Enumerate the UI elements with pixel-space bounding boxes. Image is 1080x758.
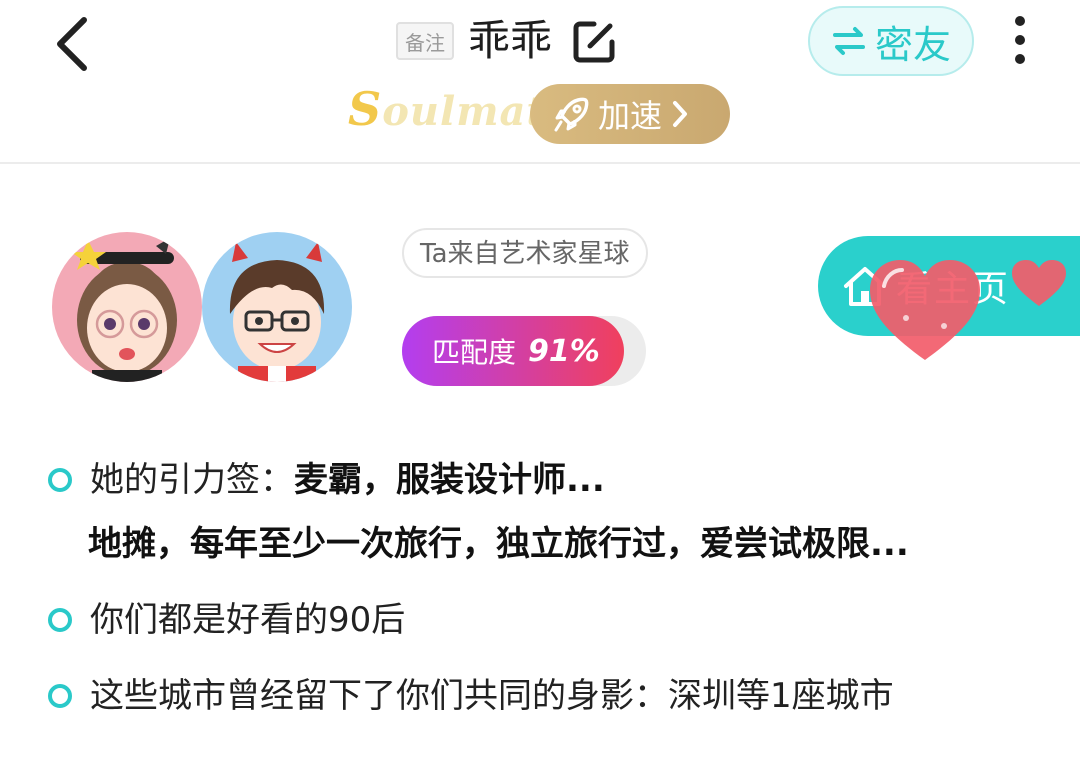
speed-up-button[interactable]: 加速	[530, 84, 730, 144]
bullet-icon	[48, 608, 72, 632]
match-bar-fill: 匹配度 91%	[402, 316, 624, 386]
avatar-me[interactable]	[202, 232, 352, 382]
tags-line2: 地摊，每年至少一次旅行，独立旅行过，爱尝试极限...	[88, 524, 909, 564]
avatar-her[interactable]	[52, 232, 202, 382]
tags-line1: 麦霸，服装设计师...	[294, 460, 605, 500]
bullet-icon	[48, 468, 72, 492]
match-label: 匹配度	[432, 336, 517, 369]
tags-label: 她的引力签：	[90, 460, 294, 500]
contact-name: 乖乖	[468, 16, 553, 65]
city-text: 这些城市曾经留下了你们共同的身影：深圳等1座城市	[90, 676, 894, 716]
top-bar: 备注 乖乖 密友 Soulmate 加速	[0, 0, 1080, 164]
miyou-label: 密友	[874, 22, 951, 67]
miyou-button[interactable]: 密友	[808, 6, 974, 76]
city-row: 这些城市曾经留下了你们共同的身影：深圳等1座城市	[48, 674, 894, 718]
remark-badge[interactable]: 备注	[396, 22, 454, 60]
rocket-icon	[554, 97, 589, 132]
age-row: 你们都是好看的90后	[48, 598, 405, 642]
heart-icon	[870, 260, 980, 360]
more-icon[interactable]	[1010, 16, 1030, 68]
heart-icon	[1012, 260, 1066, 306]
speed-up-label: 加速	[598, 97, 663, 135]
age-text: 你们都是好看的90后	[90, 600, 406, 640]
planet-tag[interactable]: Ta来自艺术家星球	[402, 228, 648, 278]
edit-icon[interactable]	[572, 18, 618, 64]
back-icon[interactable]	[50, 14, 100, 74]
tags-row: 她的引力签： 麦霸，服装设计师...	[48, 458, 605, 502]
match-value: 91%	[528, 333, 600, 369]
bullet-icon	[48, 684, 72, 708]
swap-icon	[832, 27, 865, 55]
chevron-right-icon	[673, 101, 688, 127]
